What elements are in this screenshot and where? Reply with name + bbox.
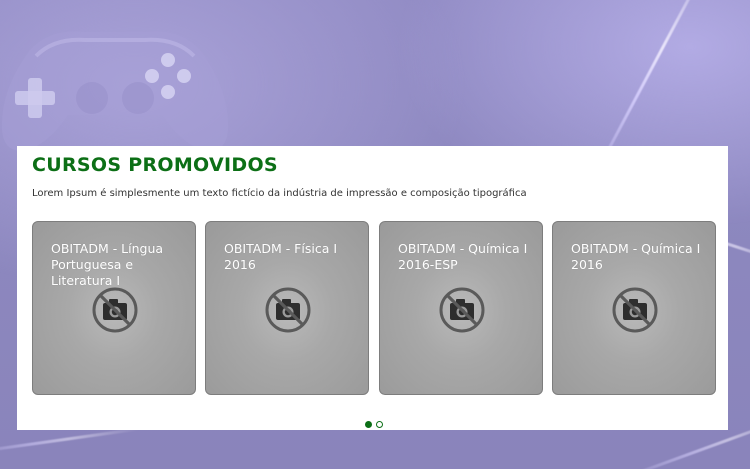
course-title: OBITADM - Química I 2016: [571, 241, 701, 272]
carousel-dot-2[interactable]: [376, 421, 383, 428]
no-image-camera-icon: [439, 287, 485, 333]
promoted-courses-section: CURSOS PROMOVIDOS Lorem Ipsum é simplesm…: [17, 146, 728, 430]
background-light-beam: [0, 427, 140, 456]
course-card[interactable]: OBITADM - Química I 2016-ESP: [379, 221, 543, 395]
course-card[interactable]: OBITADM - Química I 2016: [552, 221, 716, 395]
section-description: Lorem Ipsum é simplesmente um texto fict…: [32, 188, 527, 199]
no-image-camera-icon: [92, 287, 138, 333]
carousel-dot-1[interactable]: [365, 421, 372, 428]
no-image-camera-icon: [265, 287, 311, 333]
course-carousel: OBITADM - Língua Portuguesa e Literatura…: [32, 221, 716, 396]
gamepad-icon: [1, 31, 229, 151]
course-card[interactable]: OBITADM - Física I 2016: [205, 221, 369, 395]
course-title: OBITADM - Física I 2016: [224, 241, 338, 272]
course-card[interactable]: OBITADM - Língua Portuguesa e Literatura…: [32, 221, 196, 395]
section-title: CURSOS PROMOVIDOS: [32, 154, 278, 176]
course-title: OBITADM - Química I 2016-ESP: [398, 241, 528, 272]
course-title: OBITADM - Língua Portuguesa e Literatura…: [51, 241, 164, 288]
carousel-pagination: [365, 421, 383, 429]
no-image-camera-icon: [612, 287, 658, 333]
